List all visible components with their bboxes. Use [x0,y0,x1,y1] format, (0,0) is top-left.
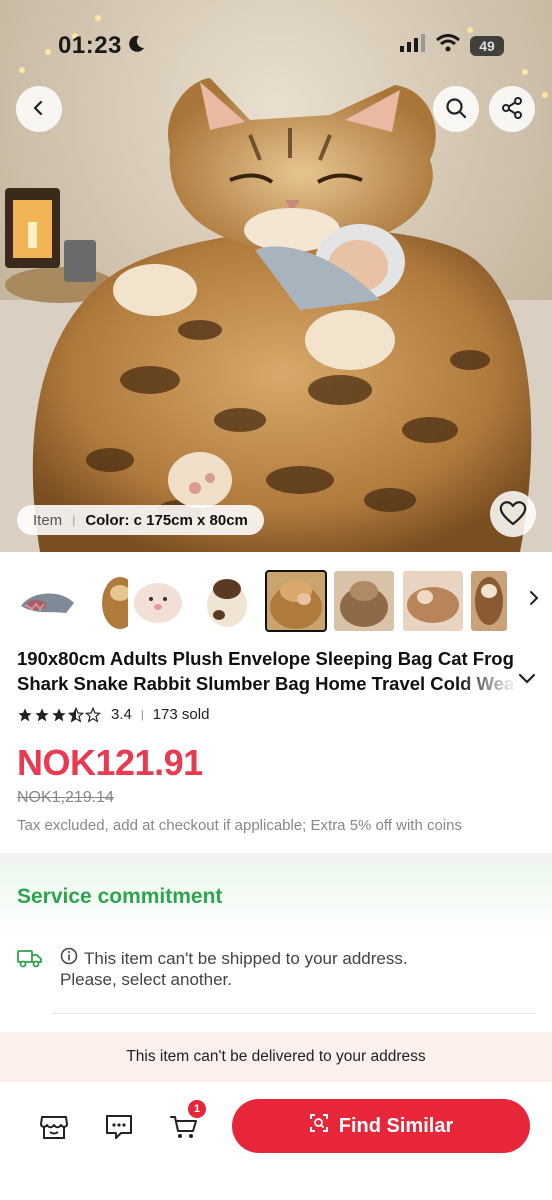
section-divider [0,853,552,865]
back-arrow-icon [30,99,48,120]
thumbnail[interactable] [334,571,394,631]
share-icon [500,96,524,123]
search-icon [444,96,468,123]
shipping-line1: This item can't be shipped to your addre… [84,948,408,968]
service-commitment-section[interactable]: Service commitment This item can't be sh… [0,865,552,1025]
star-full-icon [52,707,66,721]
service-title: Service commitment [17,885,223,908]
variant-label: Item [33,511,63,529]
rating-row[interactable]: 3.4 | 173 sold [17,706,209,723]
star-full-icon [35,707,49,721]
shipping-warning: This item can't be shipped to your addre… [60,947,408,970]
status-icons: 49 [400,34,504,57]
info-icon [60,947,78,970]
bottom-action-bar: 1 Find Similar [0,1082,552,1200]
product-title: 190x80cm Adults Plush Envelope Sleeping … [17,646,517,696]
store-button[interactable] [36,1110,72,1146]
find-similar-label: Find Similar [338,1114,454,1137]
chat-icon [104,1113,134,1144]
thumbnail[interactable] [197,571,257,631]
thumbnail-selected[interactable] [265,570,327,632]
sold-count: 173 sold [152,706,210,723]
scan-icon [309,1113,329,1139]
rating-value: 3.4 [111,706,132,723]
star-full-icon [18,707,32,721]
chat-button[interactable] [101,1110,137,1146]
tax-note: Tax excluded, add at checkout if applica… [17,817,462,834]
back-button[interactable] [16,86,62,132]
heart-outline-icon [499,500,527,529]
product-title-line1: 190x80cm Adults Plush Envelope Sleeping … [17,648,514,669]
thumbnail-strip [16,570,539,632]
variant-value: Color: c 175cm x 80cm [85,511,248,529]
store-icon [39,1113,69,1144]
chevron-down-icon[interactable] [518,672,536,690]
delivery-warning-banner: This item can't be delivered to your add… [0,1032,552,1082]
status-bar: 01:23 49 [0,0,552,90]
battery-icon: 49 [470,35,504,56]
status-time: 01:23 [58,32,122,59]
thumbnail[interactable] [471,571,507,631]
original-price: NOK1,219.14 [17,789,114,806]
truck-icon [17,947,43,974]
share-button[interactable] [489,86,535,132]
wifi-icon [436,34,460,57]
current-price: NOK121.91 [17,742,203,783]
star-empty-icon [85,706,101,723]
find-similar-button[interactable]: Find Similar [232,1099,530,1153]
selected-variant-pill[interactable]: Item | Color: c 175cm x 80cm [17,505,264,535]
cart-count-badge: 1 [188,1100,206,1118]
thumbnail[interactable] [128,571,188,631]
search-button[interactable] [433,86,479,132]
favorite-button[interactable] [490,491,536,537]
signal-icon [400,34,426,57]
chevron-right-icon[interactable] [528,589,540,612]
thumbnail[interactable] [403,571,463,631]
star-rating [17,706,101,723]
shipping-line2: Please, select another. [60,970,233,989]
star-half-icon [68,706,84,723]
product-title-line2: Shark Snake Rabbit Slumber Bag Home Trav… [17,673,517,694]
moon-icon [126,34,146,59]
thumbnail[interactable] [16,571,76,631]
divider [52,1013,536,1014]
variant-separator: | [72,513,76,527]
rating-separator: | [140,708,144,721]
